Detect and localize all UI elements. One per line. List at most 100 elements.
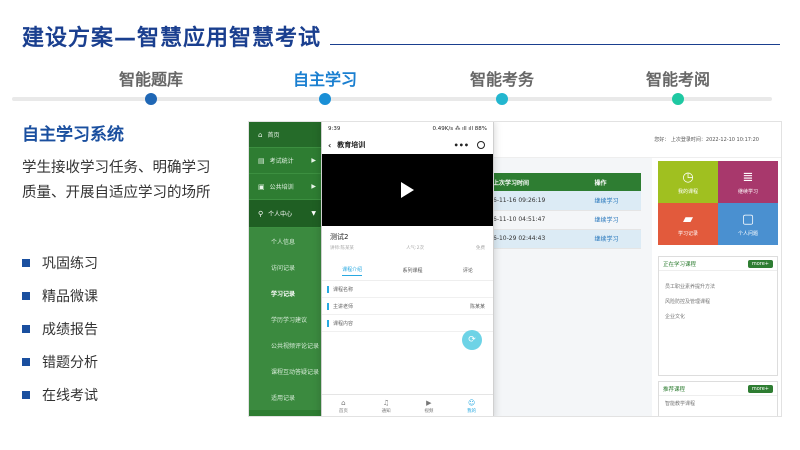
feature-item: 错题分析 [22,345,98,378]
box-header: 正在学习课程 more+ [659,257,777,271]
course-meta: 讲师:陈某某 人气:2次 免费 [330,245,485,251]
feature-label: 成绩报告 [42,321,98,338]
timeline-step-self-learning[interactable]: 自主学习 [293,66,357,90]
tile-label: 个人问题 [737,230,758,237]
bottom-nav-label: 我的 [467,409,477,414]
bottom-nav-notice[interactable]: ♫ 通知 [382,399,391,414]
tile-my-courses[interactable]: ◷ 我的课程 [658,161,718,203]
bottom-nav-video[interactable]: ▶ 视频 [424,399,433,414]
cell-time: 6-11-16 09:26:19 [489,191,591,211]
square-bullet-icon [22,390,30,399]
square-bullet-icon [22,258,30,267]
continue-learning-link[interactable]: 继续学习 [590,229,641,249]
sidebar-item-public-training[interactable]: ▣ 公共培训 ▶ [249,174,324,200]
tab-course-intro[interactable]: 课程介绍 [342,266,363,276]
tab-series-courses[interactable]: 系列课程 [402,267,422,274]
video-icon: ▶ [426,399,432,407]
training-icon: ▣ [258,182,265,191]
section-heading: 自主学习系统 [22,125,124,145]
status-time: 9:39 [328,126,341,132]
feature-label: 错题分析 [42,354,98,371]
phone-screen: 9:39 0.49K/s ⁂ ıll ıll 88% ‹ 教育培训 ••• 测试… [321,122,494,416]
video-player[interactable] [322,154,493,226]
timeline-dot [672,93,684,105]
tab-comments[interactable]: 评论 [463,267,473,274]
right-panel: ◷ 我的课程 ≣ 继续学习 ▰ 学习记录 ▢ 个人问题 正在学习课程 more+ 员工职… [652,158,781,416]
back-arrow-icon[interactable]: ‹ [328,141,331,150]
record-circle-icon[interactable] [477,141,485,149]
square-bullet-icon [22,324,30,333]
column-header-last-study-time: 上次学习时间 [489,173,591,191]
course-price: 免费 [475,246,485,251]
bell-icon: ♫ [382,399,390,407]
home-outline-icon: ⌂ [341,399,346,407]
chevron-right-icon: ▶ [311,183,316,190]
title-underline [330,44,780,45]
app-screenshot: ⌂ 首页 ▤ 考试统计 ▶ ▣ 公共培训 ▶ ⚲ 个人中心 ▼ 个人信息 访问记录 学习记录 … [248,121,782,417]
table-header-row: 上次学习时间 操作 [489,173,641,191]
sidebar-subitem-visit-records[interactable]: 访问记录 [249,254,324,280]
list-item[interactable]: 智能教学课程 [659,396,777,411]
timeline-step-exam-grading[interactable]: 智能考阅 [646,66,710,90]
timeline-dot [145,93,157,105]
more-button[interactable]: more+ [747,259,773,268]
timeline-step-exam-affairs[interactable]: 智能考务 [470,66,534,90]
continue-learning-link[interactable]: 继续学习 [590,191,641,211]
sidebar-subitem-usage-records[interactable]: 适用记录 [249,384,324,410]
list-item[interactable]: 员工职业素养提升方法 [659,279,777,294]
tile-personal-questions[interactable]: ▢ 个人问题 [718,203,778,245]
feature-label: 精品微课 [42,288,98,305]
sidebar-item-home[interactable]: ⌂ 首页 [249,122,324,148]
sidebar-subitem-study-advice[interactable]: 学历学习建议 [249,306,324,332]
slide-title: 建设方案—智慧应用智慧考试 [22,26,322,51]
feature-item: 巩固练习 [22,246,98,279]
refresh-fab-icon[interactable]: ⟳ [462,330,482,350]
more-button[interactable]: more+ [747,384,773,393]
table-row: 6-11-10 04:51:47 继续学习 [489,210,641,230]
course-tabs: 课程介绍 系列课程 评论 [322,261,493,281]
field-value: 陈某某 [469,303,485,310]
sidebar-subitem-learning-records[interactable]: 学习记录 [249,280,324,306]
square-bullet-icon [22,291,30,300]
table-row: 6-10-29 02:44:43 继续学习 [489,229,641,249]
course-popularity: 人气:2次 [406,246,424,251]
phone-bottom-nav: ⌂ 首页 ♫ 通知 ▶ 视频 ☺ 我的 [322,394,493,416]
sidebar-subitem-video-comments[interactable]: 公共视频评论记录 [249,332,324,358]
list-item[interactable]: 企业文化 [659,309,777,324]
sidebar-item-label: 个人中心 [268,211,293,218]
feature-item: 成绩报告 [22,312,98,345]
recommended-courses-box: 推荐课程 more+ 智能教学课程 [658,381,778,416]
tile-continue-learning[interactable]: ≣ 继续学习 [718,161,778,203]
tile-label: 学习记录 [677,230,698,237]
box-title: 正在学习课程 [663,261,697,268]
chevron-down-icon: ▼ [311,210,316,217]
course-teacher: 讲师:陈某某 [330,246,355,251]
sidebar-group-personal-center[interactable]: ⚲ 个人中心 ▼ [249,200,324,228]
phone-nav-bar: ‹ 教育培训 ••• [322,136,493,154]
sidebar-subitem-personal-info[interactable]: 个人信息 [249,228,324,254]
feature-item: 在线考试 [22,378,98,411]
tile-learning-records[interactable]: ▰ 学习记录 [658,203,718,245]
sidebar: ⌂ 首页 ▤ 考试统计 ▶ ▣ 公共培训 ▶ ⚲ 个人中心 ▼ 个人信息 访问记录 学习记录 … [249,122,324,416]
user-search-icon: ⚲ [258,209,264,218]
section-description: 学生接收学习任务、明确学习质量、开展自适应学习的场所 [22,160,211,201]
box-title: 推荐课程 [663,386,686,393]
continue-learning-link[interactable]: 继续学习 [590,210,641,230]
feature-list: 巩固练习 精品微课 成绩报告 错题分析 在线考试 [22,246,98,411]
bottom-nav-mine[interactable]: ☺ 我的 [467,399,476,414]
sidebar-subitem-course-qa[interactable]: 课程互动答疑记录 [249,358,324,384]
box-header: 推荐课程 more+ [659,382,777,396]
cell-time: 6-10-29 02:44:43 [489,229,591,249]
sidebar-item-exam-stats[interactable]: ▤ 考试统计 ▶ [249,148,324,174]
field-course-name: 课程名称 [322,281,493,298]
more-dots-icon[interactable]: ••• [454,141,469,150]
user-login-info: 您好： 上次登录时间：2022-12-10 10:17:20 [654,137,759,143]
bottom-nav-home[interactable]: ⌂ 首页 [339,399,348,414]
timeline-step-question-bank[interactable]: 智能题库 [119,66,183,90]
phone-status-bar: 9:39 0.49K/s ⁂ ıll ıll 88% [322,122,493,136]
table-row: 6-11-16 09:26:19 继续学习 [489,191,641,211]
list-item[interactable]: 风险防控及管理课程 [659,294,777,309]
course-title: 测试2 [330,233,349,241]
play-icon[interactable] [401,182,414,198]
feature-item: 精品微课 [22,279,98,312]
